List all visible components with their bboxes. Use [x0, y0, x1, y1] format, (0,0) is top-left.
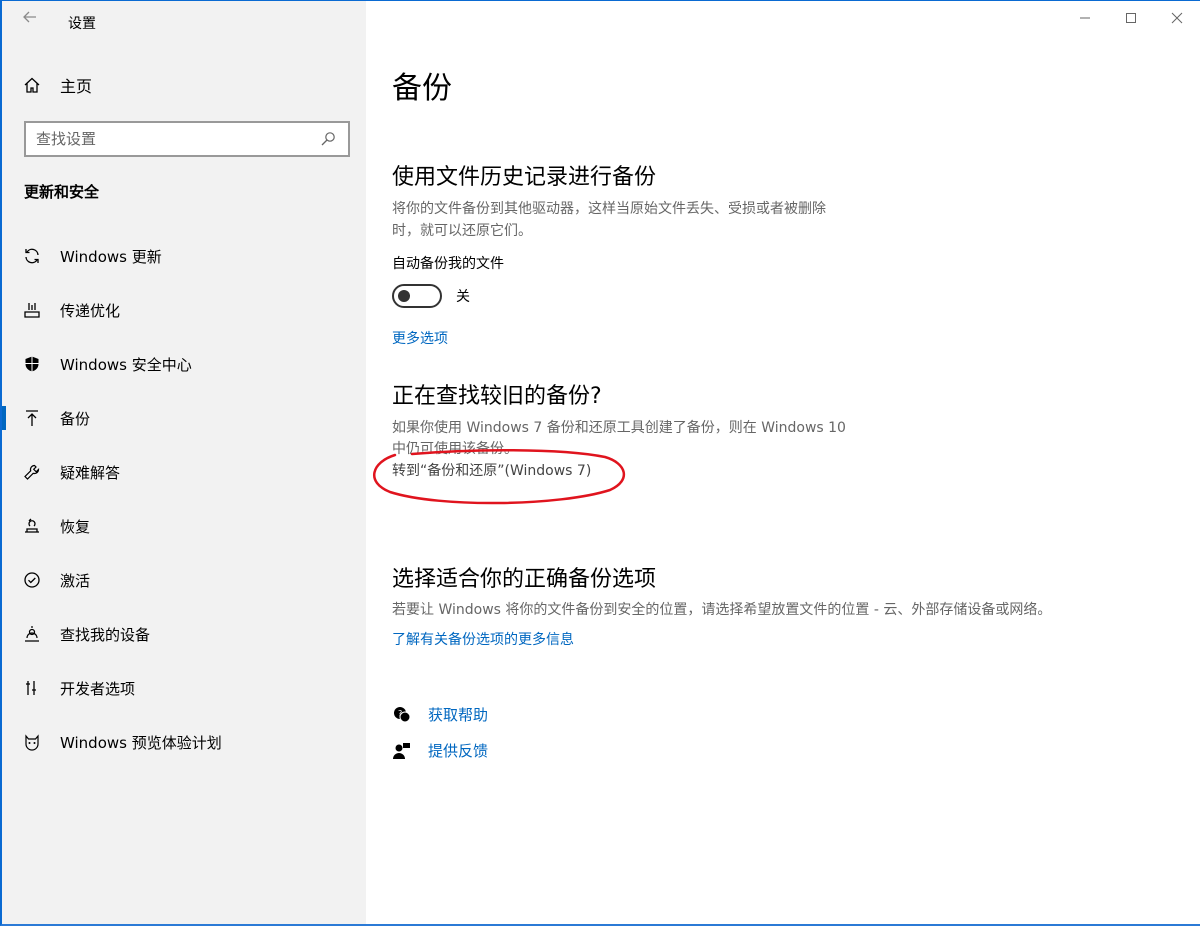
sidebar-item-label: Windows 安全中心: [60, 355, 192, 374]
maximize-button[interactable]: [1108, 1, 1154, 35]
maximize-icon: [1126, 13, 1136, 23]
backup-arrow-icon: [22, 408, 42, 428]
sidebar-item-recovery[interactable]: 恢复: [2, 499, 366, 553]
person-find-icon: [22, 624, 42, 644]
learn-more-link[interactable]: 了解有关备份选项的更多信息: [392, 629, 574, 649]
sidebar-item-activation[interactable]: 激活: [2, 553, 366, 607]
wrench-icon: [22, 462, 42, 482]
search-icon[interactable]: [318, 129, 338, 149]
home-icon: [22, 75, 42, 95]
sidebar-item-label: 传递优化: [60, 301, 121, 320]
sidebar: 设置 主页 更新和安全 Windows 更新 传递优化: [2, 1, 366, 924]
back-arrow-icon: [23, 11, 36, 23]
goto-backup-restore-link[interactable]: 转到“备份和还原”(Windows 7): [392, 460, 591, 482]
search-box[interactable]: [24, 121, 350, 157]
sidebar-item-insider[interactable]: Windows 预览体验计划: [2, 715, 366, 769]
developer-icon: [22, 678, 42, 698]
sidebar-item-label: 查找我的设备: [60, 625, 151, 644]
auto-backup-toggle-row: 关: [392, 284, 470, 308]
sidebar-item-security-center[interactable]: Windows 安全中心: [2, 337, 366, 391]
sidebar-item-label: 备份: [60, 409, 91, 428]
app-title: 设置: [68, 16, 96, 32]
window-controls: [1062, 1, 1200, 35]
minimize-icon: [1080, 17, 1090, 19]
older-backup-desc-line2: 中仍可使用该备份。: [392, 441, 518, 457]
sidebar-item-delivery-optimization[interactable]: 传递优化: [2, 283, 366, 337]
shield-icon: [22, 354, 42, 374]
back-button[interactable]: [20, 9, 40, 29]
home-label: 主页: [60, 77, 93, 96]
section-title: 更新和安全: [24, 183, 100, 201]
auto-backup-toggle[interactable]: [392, 284, 442, 308]
choose-option-heading: 选择适合你的正确备份选项: [392, 567, 657, 592]
close-button[interactable]: [1154, 1, 1200, 35]
sidebar-item-label: Windows 更新: [60, 247, 162, 266]
older-backup-desc-line1: 如果你使用 Windows 7 备份和还原工具创建了备份，则在 Windows …: [392, 420, 846, 436]
sidebar-item-label: 恢复: [60, 517, 91, 536]
sidebar-item-troubleshoot[interactable]: 疑难解答: [2, 445, 366, 499]
feedback-link[interactable]: 提供反馈: [428, 740, 488, 761]
file-history-desc-line2: 时，就可以还原它们。: [392, 223, 532, 239]
search-input[interactable]: [36, 130, 306, 148]
sidebar-item-developer[interactable]: 开发者选项: [2, 661, 366, 715]
chat-help-icon: ?: [392, 705, 412, 725]
get-help-link[interactable]: 获取帮助: [428, 704, 488, 725]
sidebar-nav: Windows 更新 传递优化 Windows 安全中心 备份 疑难解答 恢复 …: [2, 229, 366, 769]
delivery-icon: [22, 300, 42, 320]
sidebar-item-backup[interactable]: 备份: [2, 391, 366, 445]
feedback-person-icon: [392, 741, 412, 761]
main-content: 备份 使用文件历史记录进行备份 将你的文件备份到其他驱动器，这样当原始文件丢失、…: [366, 1, 1200, 924]
sidebar-item-find-my-device[interactable]: 查找我的设备: [2, 607, 366, 661]
choose-option-desc: 若要让 Windows 将你的文件备份到安全的位置，请选择希望放置文件的位置 -…: [392, 602, 1052, 618]
feedback-row[interactable]: 提供反馈: [392, 740, 488, 761]
sidebar-item-home[interactable]: 主页: [22, 73, 92, 97]
toggle-knob: [398, 290, 410, 302]
close-icon: [1171, 12, 1183, 24]
more-options-link[interactable]: 更多选项: [392, 328, 448, 348]
check-circle-icon: [22, 570, 42, 590]
sidebar-item-label: 开发者选项: [60, 679, 136, 698]
older-backup-heading: 正在查找较旧的备份?: [392, 384, 602, 409]
refresh-icon: [22, 246, 42, 266]
svg-text:?: ?: [398, 709, 402, 718]
insider-cat-icon: [22, 732, 42, 752]
sidebar-item-label: Windows 预览体验计划: [60, 733, 222, 752]
page-title: 备份: [392, 71, 452, 106]
toggle-state-label: 关: [456, 289, 470, 305]
sidebar-item-label: 激活: [60, 571, 91, 590]
get-help-row[interactable]: ? 获取帮助: [392, 704, 488, 725]
recovery-icon: [22, 516, 42, 536]
sidebar-item-label: 疑难解答: [60, 463, 121, 482]
file-history-desc-line1: 将你的文件备份到其他驱动器，这样当原始文件丢失、受损或者被删除: [392, 201, 826, 217]
sidebar-item-windows-update[interactable]: Windows 更新: [2, 229, 366, 283]
minimize-button[interactable]: [1062, 1, 1108, 35]
file-history-heading: 使用文件历史记录进行备份: [392, 165, 657, 190]
auto-backup-label: 自动备份我的文件: [392, 256, 504, 272]
